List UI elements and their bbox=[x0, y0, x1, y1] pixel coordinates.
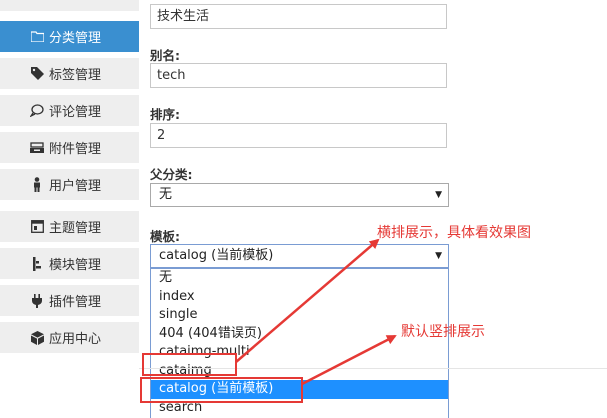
name-input[interactable]: 技术生活 bbox=[150, 4, 447, 29]
sidebar-item-plugins[interactable]: 插件管理 bbox=[0, 285, 139, 316]
theme-icon bbox=[27, 220, 47, 233]
sidebar-item-label: 模块管理 bbox=[49, 258, 102, 273]
template-dropdown-list: 无 index single 404 (404错误页) cataimg-mult… bbox=[150, 268, 449, 418]
sidebar-item-label: 评论管理 bbox=[49, 105, 102, 120]
sidebar-item-users[interactable]: 用户管理 bbox=[0, 169, 139, 200]
parent-category-label: 父分类: bbox=[150, 167, 193, 182]
module-icon bbox=[27, 256, 47, 271]
sidebar-item-tags[interactable]: 标签管理 bbox=[0, 58, 139, 89]
alias-input[interactable]: tech bbox=[150, 63, 447, 88]
parent-category-value: 无 bbox=[159, 187, 173, 202]
sidebar-item-label: 主题管理 bbox=[49, 221, 102, 236]
order-label: 排序: bbox=[150, 107, 180, 122]
sidebar-item-top[interactable] bbox=[0, 0, 139, 11]
cube-icon bbox=[27, 330, 47, 345]
order-input[interactable]: 2 bbox=[150, 123, 447, 148]
annotation-horizontal-note: 横排展示，具体看效果图 bbox=[377, 225, 531, 241]
template-option[interactable]: 无 bbox=[151, 269, 448, 288]
sidebar-item-label: 标签管理 bbox=[49, 68, 102, 83]
chevron-down-icon: ▼ bbox=[435, 190, 442, 200]
sidebar-item-label: 应用中心 bbox=[49, 332, 102, 347]
template-option[interactable]: cataimg bbox=[151, 362, 448, 381]
comment-icon bbox=[27, 104, 47, 117]
sidebar-item-label: 插件管理 bbox=[49, 295, 102, 310]
sidebar-item-label: 用户管理 bbox=[49, 179, 102, 194]
sidebar-item-label: 分类管理 bbox=[49, 31, 102, 46]
plugin-icon bbox=[27, 293, 47, 308]
top-item-icon bbox=[27, 0, 47, 2]
folder-icon bbox=[27, 31, 47, 42]
sidebar-item-label: 附件管理 bbox=[49, 142, 102, 157]
tag-icon bbox=[27, 67, 47, 80]
sidebar-item-themes[interactable]: 主题管理 bbox=[0, 211, 139, 242]
template-label: 模板: bbox=[150, 229, 180, 244]
sidebar: 分类管理 标签管理 评论管理 附件管理 用户管理 主题管理 模块管理 插件管理 … bbox=[0, 0, 139, 418]
user-icon bbox=[27, 177, 47, 192]
attachment-icon bbox=[27, 141, 47, 154]
template-option[interactable]: search bbox=[151, 399, 448, 418]
template-value: catalog (当前模板) bbox=[159, 248, 274, 263]
divider bbox=[139, 368, 607, 369]
template-option[interactable]: cataimg-multi bbox=[151, 343, 448, 362]
template-option-selected[interactable]: catalog (当前模板) bbox=[151, 380, 448, 399]
sidebar-item-attachments[interactable]: 附件管理 bbox=[0, 132, 139, 163]
annotation-vertical-note: 默认竖排展示 bbox=[401, 324, 485, 340]
template-select[interactable]: catalog (当前模板) ▼ bbox=[150, 244, 449, 268]
sidebar-item-comments[interactable]: 评论管理 bbox=[0, 95, 139, 126]
sidebar-item-modules[interactable]: 模块管理 bbox=[0, 248, 139, 279]
alias-label: 别名: bbox=[150, 48, 180, 63]
sidebar-item-category[interactable]: 分类管理 bbox=[0, 21, 139, 52]
sidebar-item-app-center[interactable]: 应用中心 bbox=[0, 322, 139, 353]
chevron-down-icon: ▼ bbox=[435, 251, 442, 261]
parent-category-select[interactable]: 无 ▼ bbox=[150, 183, 449, 207]
template-option[interactable]: index bbox=[151, 288, 448, 307]
